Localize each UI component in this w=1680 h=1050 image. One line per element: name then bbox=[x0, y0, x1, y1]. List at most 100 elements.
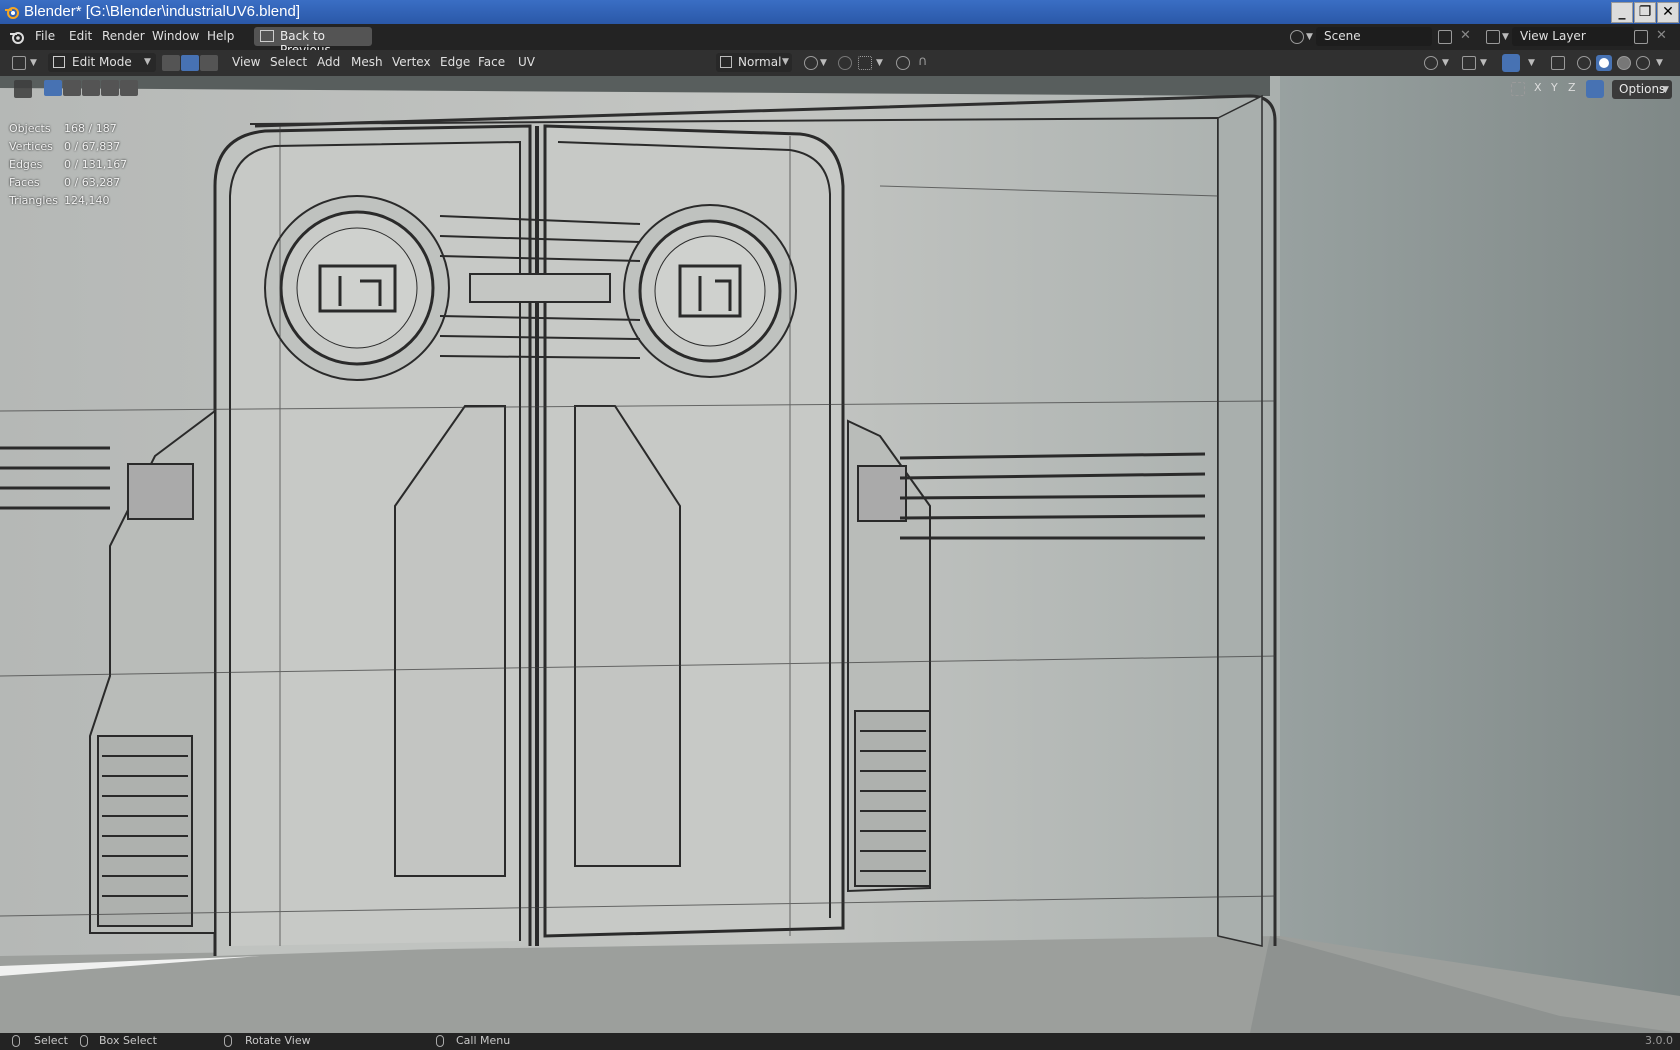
viewport-header: ▼ Edit Mode ▼ View Select Add Mesh Verte… bbox=[0, 50, 1680, 77]
status-rotate-view: Rotate View bbox=[245, 1034, 311, 1047]
3d-viewport[interactable] bbox=[0, 76, 1680, 1033]
chevron-down-icon: ▼ bbox=[1502, 32, 1509, 42]
menu-window[interactable]: Window bbox=[152, 29, 199, 43]
stat-label: Objects bbox=[9, 122, 51, 135]
view-layer-icon[interactable] bbox=[1486, 30, 1500, 44]
axis-y-toggle[interactable]: Y bbox=[1551, 81, 1558, 94]
header-menu-mesh[interactable]: Mesh bbox=[351, 55, 383, 69]
minimize-button[interactable]: _ bbox=[1611, 2, 1633, 23]
right-mouse-icon bbox=[436, 1035, 444, 1047]
chevron-down-icon: ▼ bbox=[1306, 32, 1313, 42]
new-scene-icon[interactable] bbox=[1438, 30, 1452, 44]
auto-merge-toggle[interactable] bbox=[1586, 80, 1604, 98]
transform-orientation-dropdown[interactable]: Normal ▼ bbox=[716, 53, 792, 72]
axis-x-toggle[interactable]: X bbox=[1534, 81, 1542, 94]
back-to-previous-button[interactable]: Back to Previous bbox=[254, 27, 372, 57]
chevron-down-icon: ▼ bbox=[1662, 85, 1669, 95]
mode-dropdown[interactable]: Edit Mode ▼ bbox=[48, 53, 156, 72]
screen-icon bbox=[260, 30, 274, 42]
proportional-edit-icon[interactable] bbox=[896, 56, 910, 70]
header-menu-select[interactable]: Select bbox=[270, 55, 307, 69]
scene-icon[interactable] bbox=[1290, 30, 1304, 44]
window-title: Blender* [G:\Blender\industrialUV6.blend… bbox=[24, 3, 300, 20]
chevron-down-icon: ▼ bbox=[1656, 58, 1663, 68]
chevron-down-icon: ▼ bbox=[1528, 58, 1535, 68]
header-menu-view[interactable]: View bbox=[232, 55, 260, 69]
stat-value: 124,140 bbox=[64, 194, 110, 207]
status-box-select: Box Select bbox=[99, 1034, 157, 1047]
xray-toggle-icon[interactable] bbox=[1551, 56, 1565, 70]
stat-row: Triangles 124,140 bbox=[9, 192, 149, 210]
view-layer-name: View Layer bbox=[1520, 29, 1586, 43]
stat-value: 0 / 131,167 bbox=[64, 158, 128, 171]
falloff-icon[interactable]: ∩ bbox=[918, 54, 928, 69]
scene-name-field[interactable]: Scene bbox=[1316, 27, 1432, 46]
status-call-menu: Call Menu bbox=[456, 1034, 511, 1047]
visibility-eye-icon[interactable] bbox=[1424, 56, 1438, 70]
restore-button[interactable]: ❐ bbox=[1634, 2, 1656, 23]
stat-row: Edges 0 / 131,167 bbox=[9, 156, 149, 174]
remove-view-layer-icon[interactable]: ✕ bbox=[1656, 28, 1667, 43]
solid-shading-button[interactable] bbox=[1596, 55, 1612, 71]
editor-type-icon[interactable] bbox=[12, 56, 26, 70]
stat-row: Faces 0 / 63,287 bbox=[9, 174, 149, 192]
select-box-tool-icon[interactable] bbox=[14, 80, 32, 98]
snap-toggle-icon[interactable] bbox=[838, 56, 852, 70]
viewport-scene bbox=[0, 76, 1680, 1033]
chevron-down-icon: ▼ bbox=[30, 58, 37, 68]
new-view-layer-icon[interactable] bbox=[1634, 30, 1648, 44]
header-menu-face[interactable]: Face bbox=[478, 55, 505, 69]
select-invert-mode-button[interactable] bbox=[101, 80, 119, 96]
menu-file[interactable]: File bbox=[35, 29, 55, 43]
chevron-down-icon: ▼ bbox=[876, 58, 883, 68]
mirror-icon[interactable] bbox=[1511, 82, 1525, 96]
select-intersect-mode-button[interactable] bbox=[120, 80, 138, 96]
stat-value: 0 / 63,287 bbox=[64, 176, 121, 189]
gizmo-icon[interactable] bbox=[1462, 56, 1476, 70]
close-button[interactable]: ✕ bbox=[1657, 2, 1679, 23]
scene-name: Scene bbox=[1324, 29, 1361, 43]
viewport-tool-row: X Y Z bbox=[0, 76, 1680, 102]
options-button[interactable]: Options ▼ bbox=[1612, 80, 1672, 99]
stat-value: 0 / 67,837 bbox=[64, 140, 121, 153]
stat-row: Vertices 0 / 67,837 bbox=[9, 138, 149, 156]
left-mouse-icon bbox=[12, 1035, 20, 1047]
top-menubar: File Edit Render Window Help Back to Pre… bbox=[0, 24, 1680, 57]
menu-edit[interactable]: Edit bbox=[69, 29, 92, 43]
view-layer-field[interactable]: View Layer bbox=[1512, 27, 1634, 46]
middle-mouse-icon bbox=[224, 1035, 232, 1047]
middle-mouse-icon bbox=[80, 1035, 88, 1047]
mode-label: Edit Mode bbox=[72, 55, 132, 69]
edge-select-mode-button[interactable] bbox=[181, 55, 199, 71]
wireframe-shading-icon[interactable] bbox=[1577, 56, 1591, 70]
stat-label: Faces bbox=[9, 176, 40, 189]
chevron-down-icon: ▼ bbox=[782, 57, 789, 67]
edit-mode-icon bbox=[53, 56, 65, 68]
axis-z-toggle[interactable]: Z bbox=[1568, 81, 1576, 94]
header-menu-vertex[interactable]: Vertex bbox=[392, 55, 431, 69]
select-subtract-mode-button[interactable] bbox=[82, 80, 100, 96]
remove-scene-icon[interactable]: ✕ bbox=[1460, 28, 1471, 43]
rendered-shading-icon[interactable] bbox=[1636, 56, 1650, 70]
menu-help[interactable]: Help bbox=[207, 29, 234, 43]
header-menu-uv[interactable]: UV bbox=[518, 55, 535, 69]
material-preview-icon[interactable] bbox=[1617, 56, 1631, 70]
pivot-point-icon[interactable] bbox=[804, 56, 818, 70]
select-new-mode-button[interactable] bbox=[44, 80, 62, 96]
snap-target-icon[interactable] bbox=[858, 56, 872, 70]
menu-render[interactable]: Render bbox=[102, 29, 145, 43]
stat-label: Vertices bbox=[9, 140, 53, 153]
chevron-down-icon: ▼ bbox=[820, 58, 827, 68]
overlays-toggle-button[interactable] bbox=[1502, 54, 1520, 72]
vertex-select-mode-button[interactable] bbox=[162, 55, 180, 71]
select-extend-mode-button[interactable] bbox=[63, 80, 81, 96]
face-select-mode-button[interactable] bbox=[200, 55, 218, 71]
header-menu-edge[interactable]: Edge bbox=[440, 55, 470, 69]
chevron-down-icon: ▼ bbox=[144, 57, 151, 67]
stat-value: 168 / 187 bbox=[64, 122, 117, 135]
chevron-down-icon: ▼ bbox=[1442, 58, 1449, 68]
version-label: 3.0.0 bbox=[1645, 1034, 1673, 1047]
header-menu-add[interactable]: Add bbox=[317, 55, 340, 69]
blender-menu-icon[interactable] bbox=[9, 29, 25, 45]
window-titlebar: Blender* [G:\Blender\industrialUV6.blend… bbox=[0, 0, 1680, 24]
